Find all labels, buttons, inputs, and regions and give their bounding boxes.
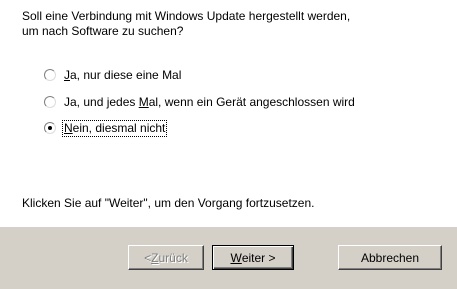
radio-button-unselected[interactable] (44, 96, 56, 108)
option-yes-always[interactable]: Ja, und jedes Mal, wenn ein Gerät angesc… (44, 94, 355, 110)
question-text: Soll eine Verbindung mit Windows Update … (22, 9, 442, 39)
next-button[interactable]: Weiter > (212, 245, 294, 270)
option-label[interactable]: Ja, und jedes Mal, wenn ein Gerät angesc… (64, 95, 355, 110)
option-no-not-this-time[interactable]: Nein, diesmal nicht (44, 119, 168, 137)
option-yes-once[interactable]: Ja, nur diese eine Mal (44, 67, 181, 83)
instruction-text: Klicken Sie auf "Weiter", um den Vorgang… (22, 196, 315, 210)
option-label[interactable]: Ja, nur diese eine Mal (64, 68, 181, 83)
cancel-button[interactable]: Abbrechen (338, 245, 442, 270)
radio-button-selected[interactable] (44, 122, 56, 134)
radio-dot-icon (48, 126, 52, 130)
option-label[interactable]: Nein, diesmal nicht (61, 119, 168, 137)
question-line-2: um nach Software zu suchen? (22, 24, 184, 38)
back-button[interactable]: < Zurück (128, 245, 204, 270)
button-bar: < Zurück Weiter > Abbrechen (0, 226, 457, 289)
radio-button-unselected[interactable] (44, 69, 56, 81)
wizard-content: Soll eine Verbindung mit Windows Update … (0, 0, 457, 226)
question-line-1: Soll eine Verbindung mit Windows Update … (22, 9, 351, 23)
